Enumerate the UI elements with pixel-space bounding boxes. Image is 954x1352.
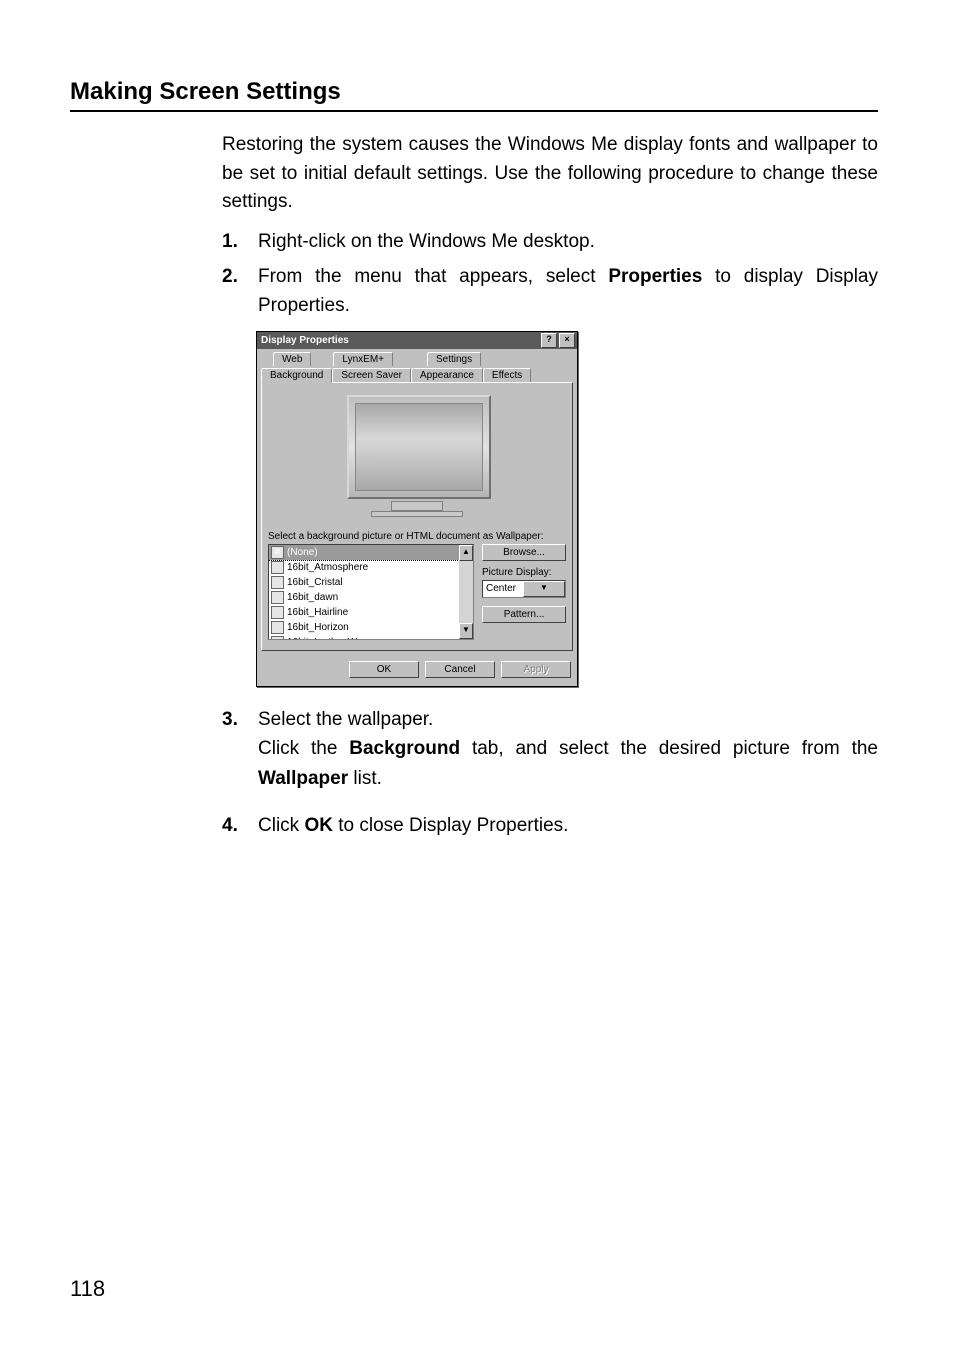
step-text: Select the wallpaper. Click the Backgrou… [258,705,878,793]
tab-appearance[interactable]: Appearance [411,368,483,382]
tab-web[interactable]: Web [273,352,311,366]
page-number: 118 [70,1276,105,1302]
step-3: 3. Select the wallpaper. Click the Backg… [222,705,878,793]
section-heading: Making Screen Settings [70,78,878,112]
step-4: 4. Click OK to close Display Properties. [222,811,878,840]
step-text: Right-click on the Windows Me desktop. [258,227,878,256]
step-number: 4. [222,811,258,840]
image-icon [271,576,284,589]
step-text: Click OK to close Display Properties. [258,811,878,840]
dialog-title: Display Properties [261,335,539,346]
list-item[interactable]: 16bit_dawn [269,590,473,605]
picture-display-label: Picture Display: [482,567,566,578]
tab-lynxem[interactable]: LynxEM+ [333,352,393,366]
list-item[interactable]: 16bit_In_the_Wa... [269,635,473,640]
monitor-preview [347,395,487,517]
tab-effects[interactable]: Effects [483,368,531,382]
tab-background[interactable]: Background [261,368,332,383]
tab-settings[interactable]: Settings [427,352,481,366]
tab-row-back: Web LynxEM+ Settings [257,349,577,366]
list-item[interactable]: 16bit_Atmosphere [269,560,473,575]
dialog-button-row: OK Cancel Apply [257,655,577,686]
step-text: From the menu that appears, select Prope… [258,262,878,321]
none-icon: ⊘ [271,546,284,559]
apply-button[interactable]: Apply [501,661,571,678]
titlebar: Display Properties ? × [257,332,577,349]
image-icon [271,606,284,619]
chevron-down-icon[interactable]: ▼ [523,581,565,597]
ok-button[interactable]: OK [349,661,419,678]
cancel-button[interactable]: Cancel [425,661,495,678]
intro-paragraph: Restoring the system causes the Windows … [222,131,878,217]
scroll-down-icon[interactable]: ▼ [459,623,473,639]
step-number: 1. [222,227,258,256]
step-2: 2. From the menu that appears, select Pr… [222,262,878,321]
image-icon [271,591,284,604]
list-item[interactable]: 16bit_Cristal [269,575,473,590]
browse-button[interactable]: Browse... [482,544,566,561]
wallpaper-list-label: Select a background picture or HTML docu… [268,531,566,542]
scroll-up-icon[interactable]: ▲ [459,545,473,561]
wallpaper-listbox[interactable]: ⊘(None) 16bit_Atmosphere 16bit_Cristal 1… [268,544,474,640]
step-number: 2. [222,262,258,321]
background-tabpane: Select a background picture or HTML docu… [261,382,573,651]
tab-row-front: Background Screen Saver Appearance Effec… [257,365,577,382]
list-item[interactable]: 16bit_Hairline [269,605,473,620]
step-number: 3. [222,705,258,793]
step-1: 1. Right-click on the Windows Me desktop… [222,227,878,256]
display-properties-figure: Display Properties ? × Web LynxEM+ Setti… [256,331,878,687]
tab-screensaver[interactable]: Screen Saver [332,368,411,382]
close-icon[interactable]: × [559,333,575,348]
image-icon [271,621,284,634]
help-icon[interactable]: ? [541,333,557,348]
image-icon [271,561,284,574]
scrollbar[interactable]: ▲ ▼ [459,545,473,639]
list-item[interactable]: 16bit_Horizon [269,620,473,635]
picture-display-combo[interactable]: Center ▼ [482,580,566,598]
pattern-button[interactable]: Pattern... [482,606,566,623]
list-item[interactable]: ⊘(None) [269,545,473,560]
display-properties-dialog: Display Properties ? × Web LynxEM+ Setti… [256,331,578,687]
image-icon [271,636,284,640]
